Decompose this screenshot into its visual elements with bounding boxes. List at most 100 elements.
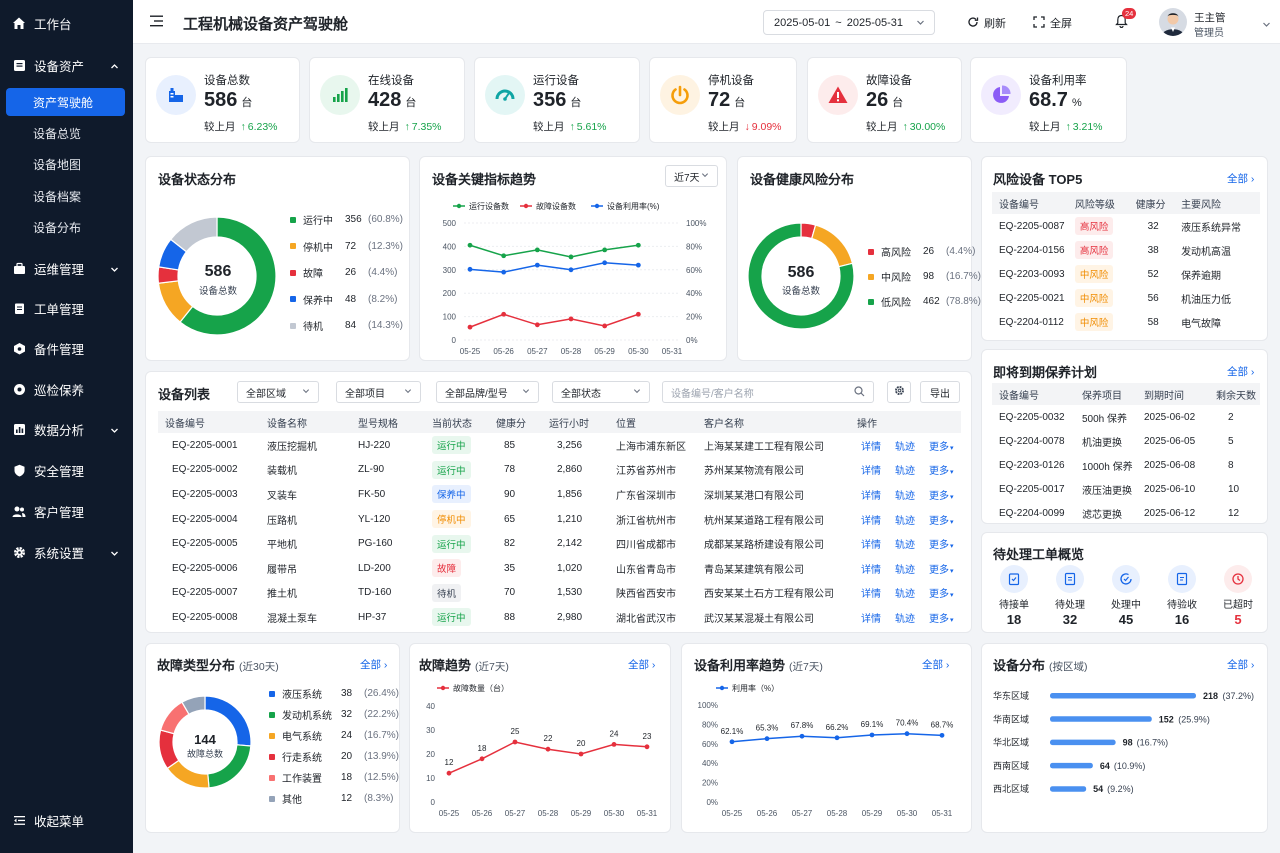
table-row[interactable]: EQ-2205-0017 液压油更换 2025-06-10 10 <box>992 477 1260 501</box>
table-row[interactable]: EQ-2205-0002 装载机 ZL-90 运行中 78 2,860 江苏省苏州市 苏州某某… <box>158 458 961 483</box>
more-link[interactable]: 更多▾ <box>929 442 954 453</box>
table-header-cell: 剩余天数 <box>1214 383 1260 405</box>
detail-link[interactable]: 详情 <box>861 516 881 527</box>
series-line <box>469 262 639 273</box>
table-row[interactable]: EQ-2204-0156 高风险 38 发动机高温 <box>992 238 1260 262</box>
chevron-down-icon[interactable] <box>1262 18 1271 32</box>
days-remaining: 8 <box>1228 459 1234 471</box>
more-link[interactable]: 更多▾ <box>929 540 954 551</box>
days-remaining: 2 <box>1228 411 1234 423</box>
view-all-link[interactable]: 全部 › <box>1227 171 1254 186</box>
nav-item-security[interactable]: 安全管理 <box>0 455 133 485</box>
table-row[interactable]: EQ-2205-0001 液压挖掘机 HJ-220 运行中 85 3,256 上海市浦东新区… <box>158 433 961 458</box>
refresh-button[interactable]: 刷新 <box>967 15 1006 31</box>
fullscreen-button[interactable]: 全屏 <box>1033 15 1072 31</box>
more-link[interactable]: 更多▾ <box>929 565 954 576</box>
legend-label: 待机 <box>303 322 323 333</box>
more-link[interactable]: 更多▾ <box>929 491 954 502</box>
track-link[interactable]: 轨迹 <box>895 466 915 477</box>
table-row[interactable]: EQ-2205-0007 推土机 TD-160 待机 70 1,530 陕西省西安市 西安某某… <box>158 581 961 606</box>
filter-select[interactable]: 全部状态 <box>552 381 650 403</box>
nav-item-spare-parts[interactable]: 备件管理 <box>0 333 133 363</box>
link-label: 全部 <box>628 659 649 671</box>
detail-link[interactable]: 详情 <box>861 466 881 477</box>
view-all-link[interactable]: 全部 › <box>922 657 949 672</box>
detail-link[interactable]: 详情 <box>861 614 881 625</box>
sub-item-distribution[interactable]: 设备分布 <box>6 213 125 241</box>
more-link[interactable]: 更多▾ <box>929 516 954 527</box>
device-name: 混凝土泵车 <box>267 613 317 625</box>
legend-marker <box>523 203 529 209</box>
table-row[interactable]: EQ-2205-0006 履带吊 LD-200 故障 35 1,020 山东省青岛市 青岛某某… <box>158 556 961 581</box>
table-row[interactable]: EQ-2205-0004 压路机 YL-120 停机中 65 1,210 浙江省杭州市 杭州某… <box>158 507 961 532</box>
workorder-stat[interactable]: 处理中 45 <box>1109 565 1143 627</box>
sub-item-overview[interactable]: 设备总览 <box>6 119 125 147</box>
filter-select[interactable]: 全部品牌/型号 <box>436 381 539 403</box>
nav-item-workorder[interactable]: 工单管理 <box>0 293 133 323</box>
sub-item-cockpit[interactable]: 资产驾驶舱 <box>6 88 125 116</box>
date-range-picker[interactable]: 2025-05-01 ~ 2025-05-31 <box>763 10 935 35</box>
detail-link[interactable]: 详情 <box>861 491 881 502</box>
period-select[interactable]: 近7天 <box>665 165 718 187</box>
filter-select[interactable]: 全部项目 <box>336 381 421 403</box>
track-link[interactable]: 轨迹 <box>895 491 915 502</box>
nav-item-settings[interactable]: 系统设置 <box>0 537 133 567</box>
y-tick-label: 10 <box>426 774 435 783</box>
nav-item-analytics[interactable]: 数据分析 <box>0 414 133 444</box>
nav-item-customers[interactable]: 客户管理 <box>0 496 133 526</box>
track-link[interactable]: 轨迹 <box>895 442 915 453</box>
device-name: 叉装车 <box>267 490 297 502</box>
table-row[interactable]: EQ-2205-0087 高风险 32 液压系统异常 <box>992 214 1260 238</box>
track-link[interactable]: 轨迹 <box>895 589 915 600</box>
table-row[interactable]: EQ-2205-0021 中风险 56 机油压力低 <box>992 286 1260 310</box>
more-link[interactable]: 更多▾ <box>929 614 954 625</box>
menu-toggle-icon[interactable] <box>150 15 164 30</box>
table-row[interactable]: EQ-2205-0005 平地机 PG-160 运行中 82 2,142 四川省成都市 成都某… <box>158 531 961 556</box>
workorder-stat[interactable]: 待处理 32 <box>1053 565 1087 627</box>
track-link[interactable]: 轨迹 <box>895 516 915 527</box>
track-link[interactable]: 轨迹 <box>895 540 915 551</box>
nav-item-ops[interactable]: 运维管理 <box>0 253 133 283</box>
notification-button[interactable]: 24 <box>1115 8 1137 31</box>
track-link[interactable]: 轨迹 <box>895 565 915 576</box>
sub-item-archive[interactable]: 设备档案 <box>6 182 125 210</box>
export-button[interactable]: 导出 <box>920 381 960 403</box>
track-link[interactable]: 轨迹 <box>895 614 915 625</box>
table-row[interactable]: EQ-2203-0126 1000h 保养 2025-06-08 8 <box>992 453 1260 477</box>
detail-link[interactable]: 详情 <box>861 442 881 453</box>
table-row[interactable]: EQ-2204-0099 滤芯更换 2025-06-12 12 <box>992 501 1260 525</box>
workorder-stat[interactable]: 待验收 16 <box>1165 565 1199 627</box>
view-all-link[interactable]: 全部 › <box>1227 364 1254 379</box>
risk-level-cell: 中风险 <box>1073 286 1134 310</box>
table-row[interactable]: EQ-2205-0032 500h 保养 2025-06-02 2 <box>992 405 1260 429</box>
table-row[interactable]: EQ-2204-0078 机油更换 2025-06-05 5 <box>992 429 1260 453</box>
sub-item-map[interactable]: 设备地图 <box>6 150 125 178</box>
device-name: 装载机 <box>267 466 297 478</box>
nav-item-inspection[interactable]: 巡检保养 <box>0 374 133 404</box>
arrow-up-icon: ↑ <box>404 121 410 133</box>
more-link[interactable]: 更多▾ <box>929 589 954 600</box>
workorder-stat[interactable]: 待接单 18 <box>997 565 1031 627</box>
search-input[interactable]: 设备编号/客户名称 <box>662 381 874 403</box>
nav-item-workbench[interactable]: 工作台 <box>0 8 133 38</box>
nav-item-assets[interactable]: 设备资产 <box>0 50 133 80</box>
view-all-link[interactable]: 全部 › <box>1227 657 1254 672</box>
detail-link[interactable]: 详情 <box>861 540 881 551</box>
collapse-menu-button[interactable]: 收起菜单 <box>0 805 133 835</box>
search-icon <box>854 386 865 400</box>
column-settings-button[interactable] <box>887 381 911 403</box>
view-all-link[interactable]: 全部 › <box>628 657 655 672</box>
filter-select[interactable]: 全部区域 <box>237 381 319 403</box>
view-all-link[interactable]: 全部 › <box>360 657 387 672</box>
detail-link[interactable]: 详情 <box>861 589 881 600</box>
table-row[interactable]: EQ-2205-0003 叉装车 FK-50 保养中 90 1,856 广东省深圳市 深圳某某… <box>158 482 961 507</box>
workorder-stat[interactable]: 已超时 5 <box>1221 565 1255 627</box>
health-score: 78 <box>504 464 516 476</box>
table-row[interactable]: EQ-2204-0112 中风险 58 电气故障 <box>992 310 1260 334</box>
data-point <box>467 242 473 248</box>
more-link[interactable]: 更多▾ <box>929 466 954 477</box>
detail-link[interactable]: 详情 <box>861 565 881 576</box>
avatar[interactable] <box>1159 8 1187 36</box>
table-row[interactable]: EQ-2205-0008 混凝土泵车 HP-37 运行中 88 2,980 湖北省武汉市 武汉… <box>158 605 961 630</box>
table-row[interactable]: EQ-2203-0093 中风险 52 保养逾期 <box>992 262 1260 286</box>
